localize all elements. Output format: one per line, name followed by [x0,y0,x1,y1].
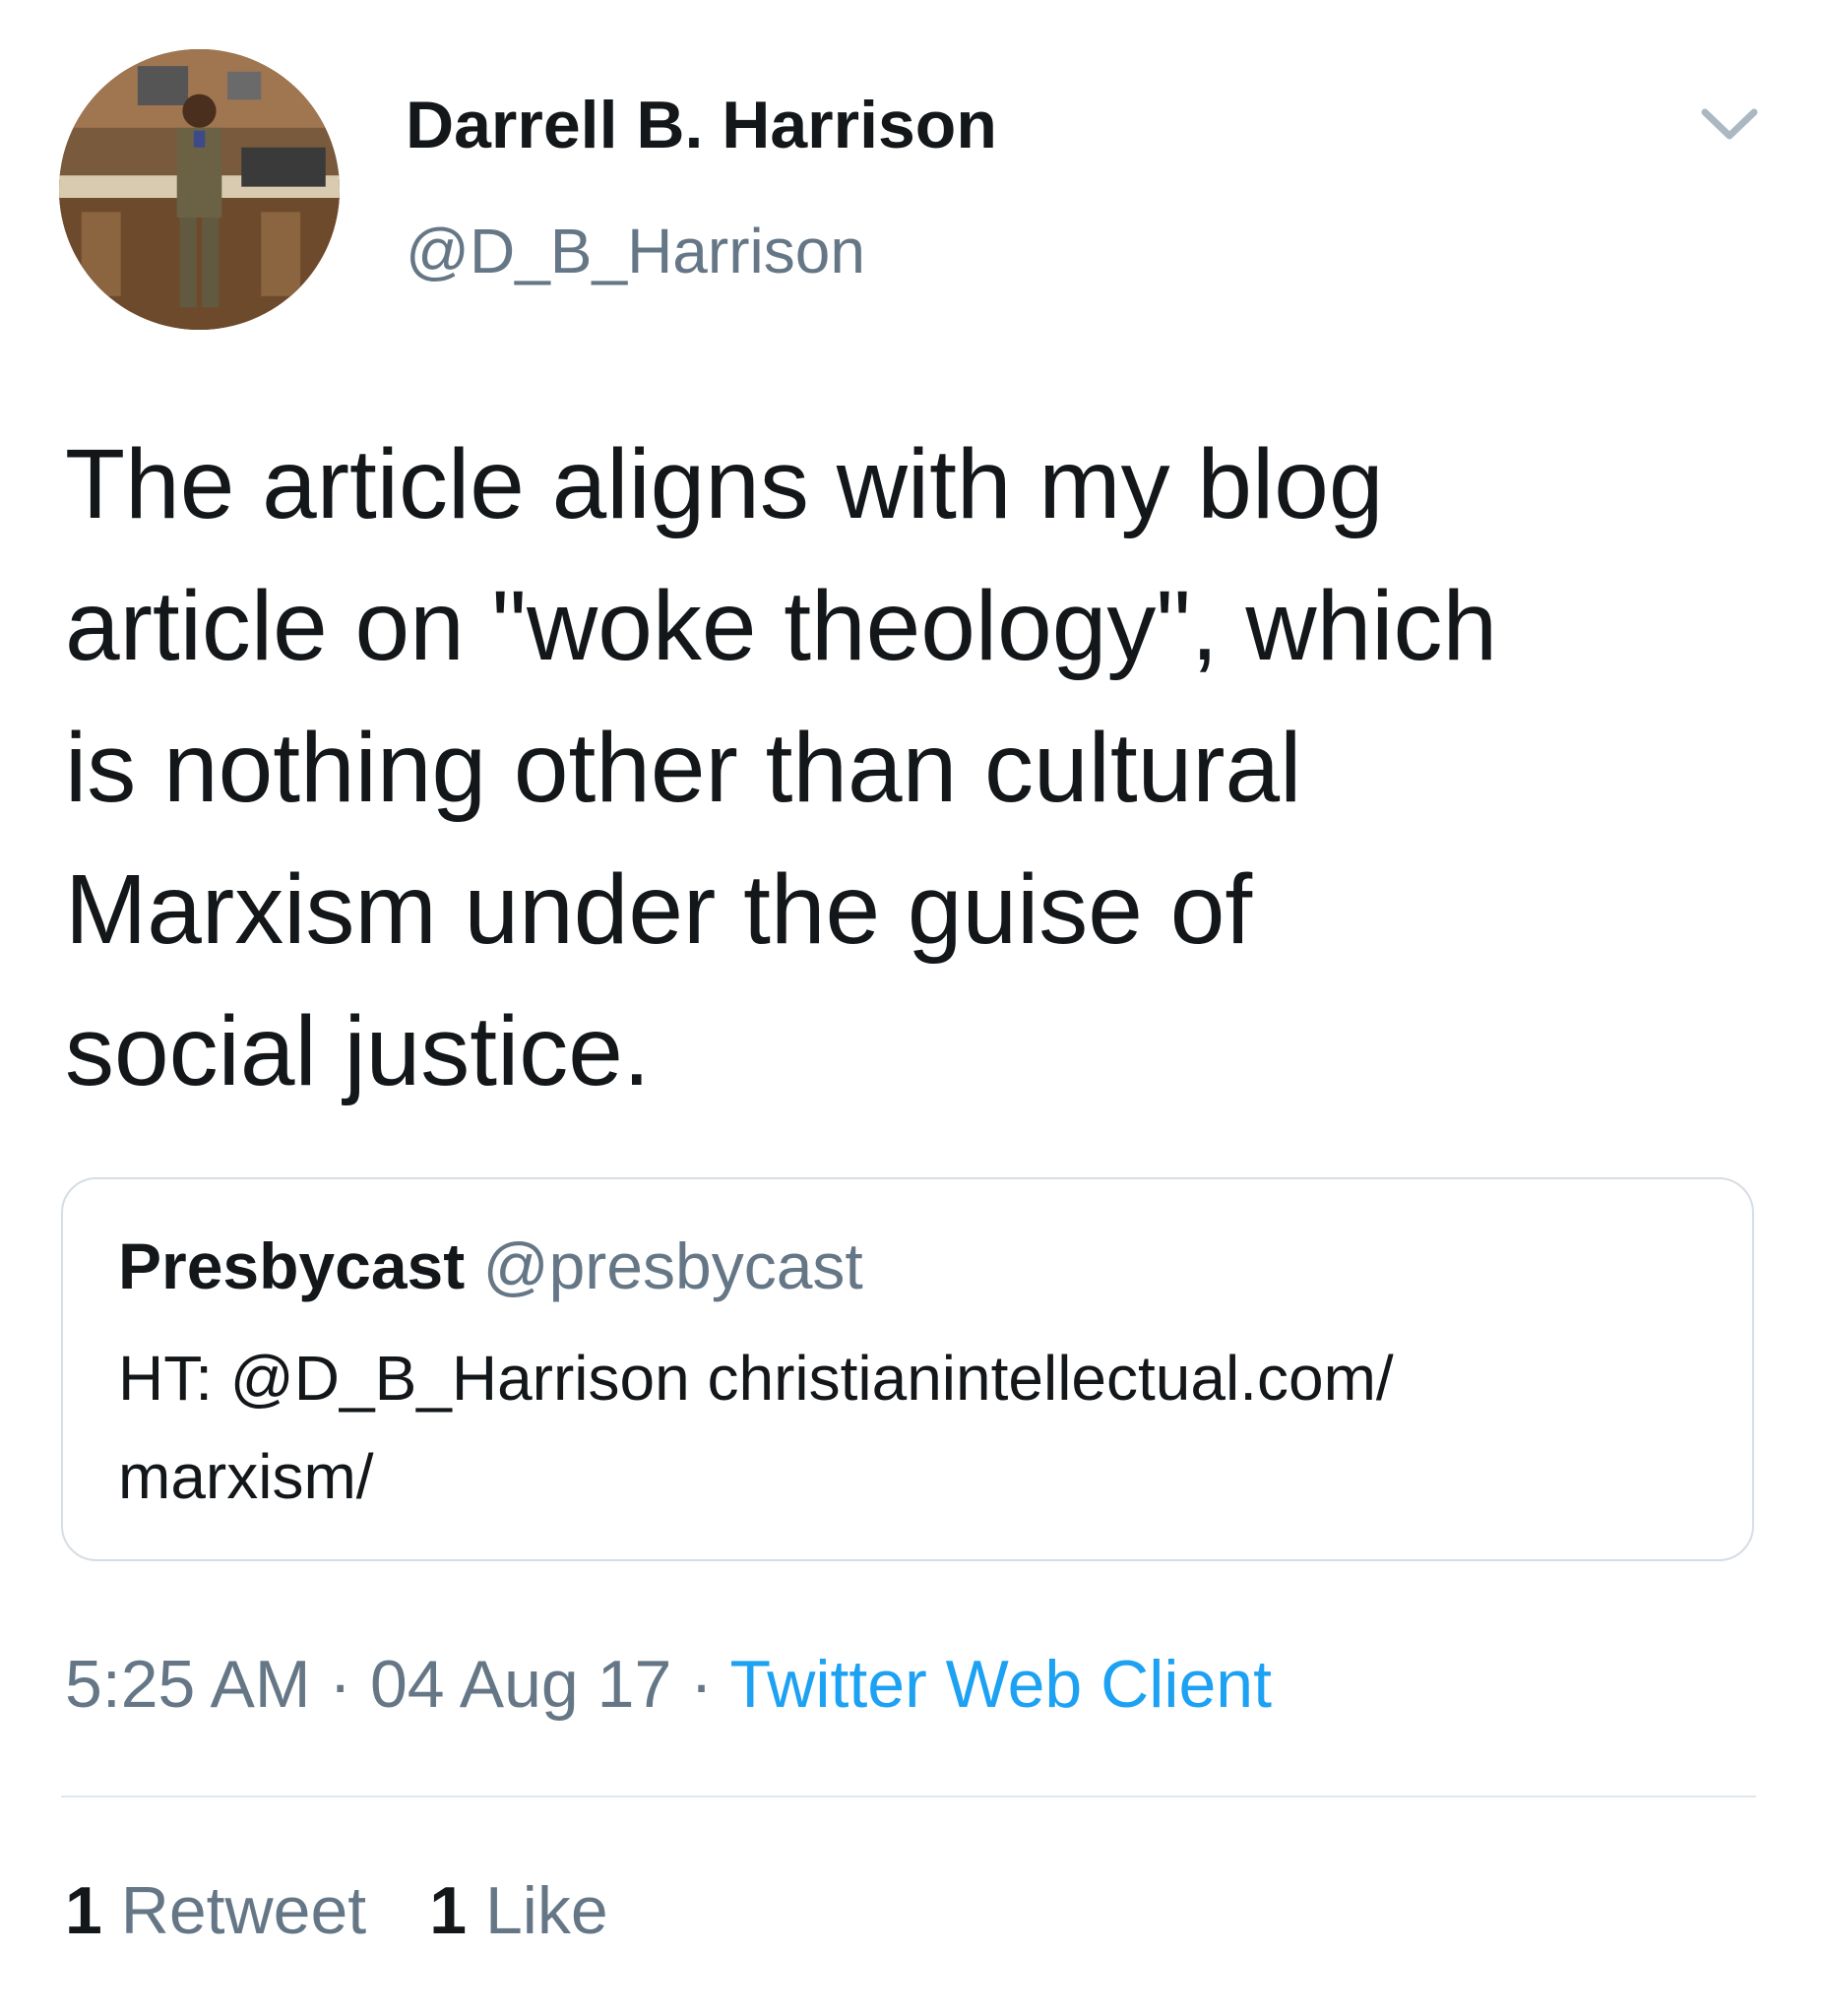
tweet-detail: Darrell B. Harrison @D_B_Harrison The ar… [0,0,1823,2016]
avatar-photo [59,49,340,330]
meta-separator: · [329,1647,352,1722]
divider [61,1796,1756,1797]
avatar[interactable] [59,49,340,330]
tweet-text: The article aligns with my blog article … [65,413,1758,1122]
tweet-text-line: Marxism under the guise of [65,854,1253,965]
tweet-text-line: article on "woke theology", which [65,571,1498,681]
tweet-metadata: 5:25 AM · 04 Aug 17 · Twitter Web Client [65,1646,1272,1723]
like-label: Like [484,1873,608,1948]
quoted-user-handle: @presbycast [482,1229,863,1302]
retweet-label: Retweet [120,1873,367,1948]
tweet-stats: 1 Retweet 1 Like [65,1872,671,1949]
user-handle[interactable]: @D_B_Harrison [406,215,865,287]
tweet-text-line: is nothing other than cultural [65,713,1302,823]
retweets-stat[interactable]: 1 Retweet [65,1873,366,1948]
tweet-source-link[interactable]: Twitter Web Client [730,1647,1272,1722]
like-count: 1 [429,1873,468,1948]
tweet-date[interactable]: 04 Aug 17 [370,1647,671,1722]
tweet-time[interactable]: 5:25 AM [65,1647,311,1722]
quoted-text-line: HT: @D_B_Harrison christianintellectual.… [118,1343,1394,1414]
quoted-tweet-text: HT: @D_B_Harrison christianintellectual.… [118,1329,1394,1526]
quoted-text-line: marxism/ [118,1441,374,1512]
likes-stat[interactable]: 1 Like [429,1873,607,1948]
tweet-text-line: The article aligns with my blog [65,429,1384,539]
quoted-display-name: Presbycast [118,1229,466,1302]
quoted-tweet-card[interactable]: Presbycast @presbycast HT: @D_B_Harrison… [61,1177,1754,1561]
meta-separator: · [690,1647,713,1722]
retweet-count: 1 [65,1873,102,1948]
quoted-tweet-header: Presbycast @presbycast [118,1228,863,1303]
chevron-down-icon[interactable] [1695,98,1764,148]
tweet-text-line: social justice. [65,996,651,1106]
display-name[interactable]: Darrell B. Harrison [406,87,997,163]
